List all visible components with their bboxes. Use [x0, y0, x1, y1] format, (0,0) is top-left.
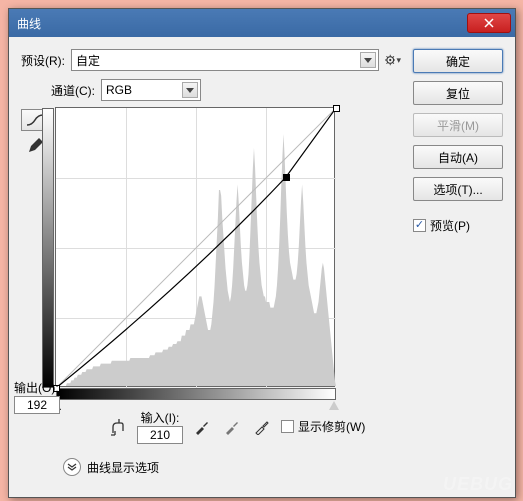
preset-label: 预设(R):: [21, 52, 65, 69]
curves-graph[interactable]: 输出(O):: [55, 107, 335, 387]
window-title: 曲线: [13, 15, 467, 32]
preset-menu-button[interactable]: ▾: [385, 52, 401, 68]
watermark: UEBUG: [443, 474, 513, 495]
reset-button[interactable]: 复位: [413, 81, 503, 105]
curve-handle[interactable]: [333, 105, 340, 112]
show-clipping-checkbox[interactable]: [281, 420, 294, 433]
pencil-icon: [27, 138, 43, 154]
black-eyedropper[interactable]: [191, 416, 213, 438]
input-gradient: [56, 388, 336, 400]
preset-dropdown[interactable]: 自定: [71, 49, 379, 71]
smooth-button: 平滑(M): [413, 113, 503, 137]
curve-display-options-label: 曲线显示选项: [87, 459, 159, 476]
curve-handle[interactable]: [283, 174, 290, 181]
white-eyedropper[interactable]: [251, 416, 273, 438]
channel-value: RGB: [106, 83, 132, 97]
options-button[interactable]: 选项(T)...: [413, 177, 503, 201]
channel-dropdown[interactable]: RGB: [101, 79, 201, 101]
output-gradient: [42, 108, 54, 388]
output-input[interactable]: [14, 396, 60, 414]
preview-label: 预览(P): [430, 217, 470, 234]
titlebar[interactable]: 曲线: [9, 9, 515, 37]
white-point-slider[interactable]: [329, 401, 339, 410]
output-label: 输出(O):: [14, 379, 64, 396]
input-label: 输入(I):: [141, 409, 180, 426]
chevron-down-icon: [182, 82, 198, 98]
input-input[interactable]: [137, 426, 183, 444]
expand-curve-options[interactable]: [63, 458, 81, 476]
show-clipping-label: 显示修剪(W): [298, 418, 365, 435]
channel-label: 通道(C):: [51, 82, 95, 99]
chevrons-down-icon: [67, 463, 77, 471]
auto-button[interactable]: 自动(A): [413, 145, 503, 169]
gray-eyedropper[interactable]: [221, 416, 243, 438]
preset-value: 自定: [76, 52, 100, 69]
close-icon: [484, 18, 494, 28]
histogram: [56, 106, 336, 386]
curves-dialog: 曲线 预设(R): 自定 ▾ 通道(C):: [8, 8, 516, 498]
target-adjust-tool[interactable]: [109, 417, 129, 437]
ok-button[interactable]: 确定: [413, 49, 503, 73]
chevron-down-icon: [360, 52, 376, 68]
close-button[interactable]: [467, 13, 511, 33]
preview-checkbox[interactable]: [413, 219, 426, 232]
